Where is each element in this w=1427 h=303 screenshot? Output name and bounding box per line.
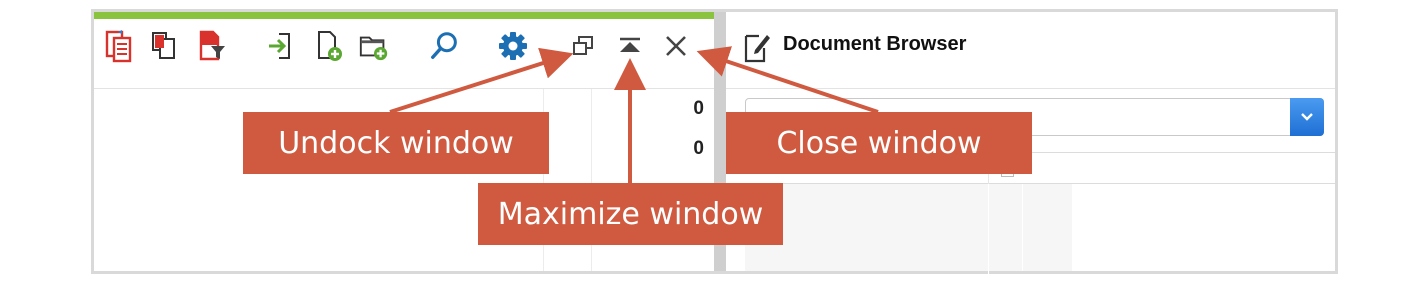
undock-annotation: Undock window — [243, 112, 549, 174]
close-annotation: Close window — [726, 112, 1032, 174]
maximize-annotation: Maximize window — [478, 183, 783, 245]
